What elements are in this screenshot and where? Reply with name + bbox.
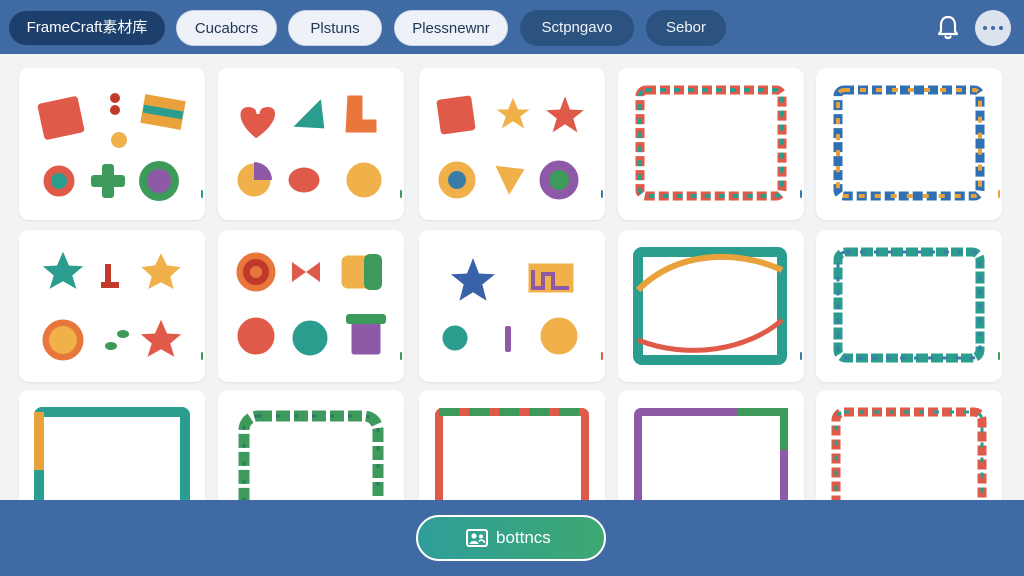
card-marker (400, 352, 402, 360)
card-marker (400, 190, 402, 198)
asset-card[interactable] (419, 68, 605, 220)
tab-plessnewnr[interactable]: Plessnewnr (394, 10, 508, 46)
people-icon (466, 529, 488, 547)
tab-sebor[interactable]: Sebor (646, 10, 726, 46)
asset-card[interactable] (816, 68, 1002, 220)
asset-card[interactable] (419, 390, 605, 500)
more-icon[interactable] (975, 10, 1011, 46)
frame-thumbnail (633, 247, 787, 365)
frame-thumbnail (831, 407, 987, 500)
asset-grid (0, 54, 1024, 500)
brand-button[interactable]: FrameCraft素材库 (9, 11, 165, 45)
asset-card[interactable] (19, 390, 205, 500)
tab-plstuns[interactable]: Plstuns (288, 10, 382, 46)
asset-card[interactable] (816, 390, 1002, 500)
asset-card[interactable] (218, 68, 404, 220)
card-marker (800, 352, 802, 360)
card-marker (201, 352, 203, 360)
asset-card[interactable] (419, 230, 605, 382)
top-bar: FrameCraft素材库 Cucabcrs Plstuns Plessnewn… (0, 0, 1024, 54)
frame-thumbnail (435, 408, 589, 500)
sticker-set-thumbnail (233, 249, 386, 359)
bell-icon[interactable] (936, 14, 960, 42)
asset-card[interactable] (618, 390, 804, 500)
card-marker (998, 352, 1000, 360)
frame-thumbnail (238, 410, 384, 500)
tab-sctpngavo[interactable]: Sctpngavo (520, 10, 634, 46)
tab-cucabcrs[interactable]: Cucabcrs (176, 10, 277, 46)
bottom-action-label: bottncs (496, 528, 551, 547)
frame-thumbnail (634, 408, 788, 500)
bottom-action-button[interactable]: bottncs (416, 515, 606, 561)
sticker-set-thumbnail (433, 87, 593, 203)
sticker-set-thumbnail (34, 90, 190, 201)
asset-card[interactable] (218, 230, 404, 382)
asset-card[interactable] (19, 230, 205, 382)
frame-thumbnail (833, 85, 985, 201)
sticker-set-thumbnail (234, 92, 385, 201)
frame-thumbnail (34, 407, 190, 500)
card-marker (601, 190, 603, 198)
sticker-set-thumbnail (439, 249, 581, 358)
card-marker (201, 190, 203, 198)
asset-card[interactable] (19, 68, 205, 220)
sticker-set-thumbnail (35, 244, 189, 364)
frame-thumbnail (635, 85, 787, 201)
asset-card[interactable] (618, 230, 804, 382)
asset-card[interactable] (816, 230, 1002, 382)
asset-card[interactable] (618, 68, 804, 220)
app-window: FrameCraft素材库 Cucabcrs Plstuns Plessnewn… (0, 0, 1024, 576)
card-marker (601, 352, 603, 360)
asset-card[interactable] (218, 390, 404, 500)
frame-thumbnail (833, 247, 985, 363)
card-marker (998, 190, 1000, 198)
bottom-bar: bottncs (0, 500, 1024, 576)
card-marker (800, 190, 802, 198)
